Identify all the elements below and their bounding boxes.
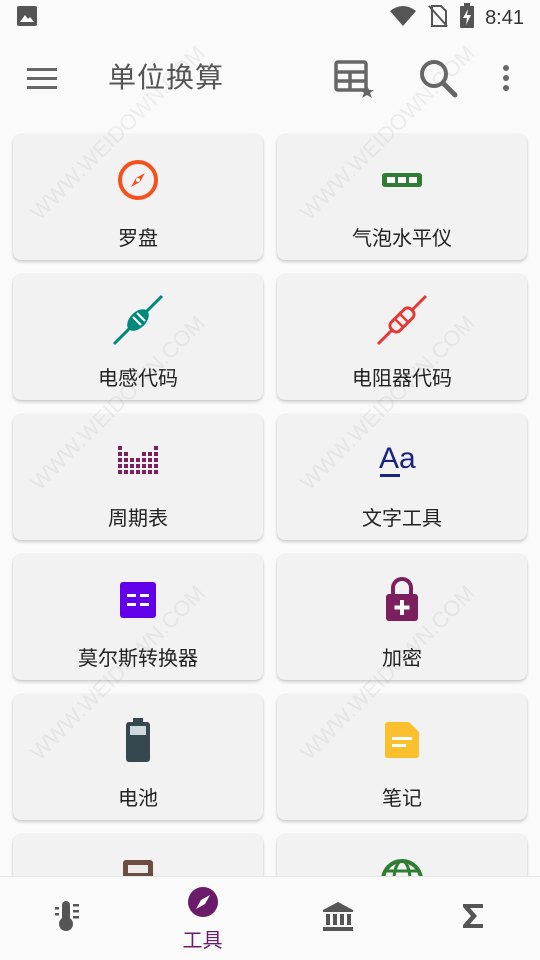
search-icon[interactable] [414,54,462,102]
text-tools-icon: Aa [277,436,527,484]
tool-tile-resistor-code[interactable]: 电阻器代码 [277,274,527,400]
bottom-navigation: 工具 [0,876,540,960]
tools-grid: 罗盘 气泡水平仪 电感代码 电阻器代码 周期表 Aa 文字工具 莫尔斯转换器 加… [0,130,540,876]
page-title: 单位换算 [108,61,225,94]
compass-icon [13,156,263,204]
tool-tile-compass[interactable]: 罗盘 [13,134,263,260]
tool-label: 电感代码 [98,366,178,390]
tool-label: 文字工具 [362,506,442,530]
tool-tile-calculator[interactable] [13,834,263,876]
tool-tile-battery[interactable]: 电池 [13,694,263,820]
image-icon [16,5,38,31]
tool-tile-inductor-code[interactable]: 电感代码 [13,274,263,400]
app-screen: 8:41 单位换算 罗盘 气泡水平仪 电感代码 电阻器代码 周期表 Aa 文字工… [0,0,540,960]
tool-label: 电阻器代码 [352,366,452,390]
battery-charging-icon [459,3,475,33]
tool-label: 笔记 [382,786,422,810]
wifi-icon [389,5,417,31]
no-sim-icon [427,4,449,32]
nav-tools[interactable]: 工具 [135,877,270,960]
clock: 8:41 [485,6,524,29]
app-toolbar: 单位换算 [0,36,540,120]
tool-label: 罗盘 [118,226,158,250]
bubble-level-icon [277,156,527,204]
periodic-table-icon [13,436,263,484]
calculator-icon [13,856,263,876]
encryption-lock-icon [277,576,527,624]
nav-converters[interactable] [0,877,135,960]
favorites-grid-icon[interactable] [330,54,378,102]
globe-icon [277,856,527,876]
compass-nav-icon [187,886,219,922]
more-vert-icon[interactable] [492,54,520,102]
thermometer-icon [53,899,83,937]
menu-icon[interactable] [24,64,60,92]
tool-label: 加密 [382,646,422,670]
resistor-icon [277,294,527,346]
tool-tile-encryption[interactable]: 加密 [277,554,527,680]
tool-tile-notes[interactable]: 笔记 [277,694,527,820]
tool-label: 电池 [118,786,158,810]
notes-icon [277,716,527,764]
tool-tile-text-tools[interactable]: Aa 文字工具 [277,414,527,540]
status-bar: 8:41 [0,0,540,36]
tool-tile-bubble-level[interactable]: 气泡水平仪 [277,134,527,260]
nav-label: 工具 [182,927,223,952]
tool-label: 周期表 [108,506,168,530]
sigma-icon [459,901,487,935]
bank-icon [321,900,355,936]
morse-icon [13,576,263,624]
tool-label: 莫尔斯转换器 [78,646,198,670]
nav-math[interactable] [405,877,540,960]
svg-text:Aa: Aa [379,442,416,475]
inductor-icon [13,294,263,346]
tool-tile-periodic-table[interactable]: 周期表 [13,414,263,540]
battery-icon [13,716,263,764]
tool-tile-morse-converter[interactable]: 莫尔斯转换器 [13,554,263,680]
nav-finance[interactable] [270,877,405,960]
tool-tile-globe[interactable] [277,834,527,876]
tool-label: 气泡水平仪 [352,226,452,250]
